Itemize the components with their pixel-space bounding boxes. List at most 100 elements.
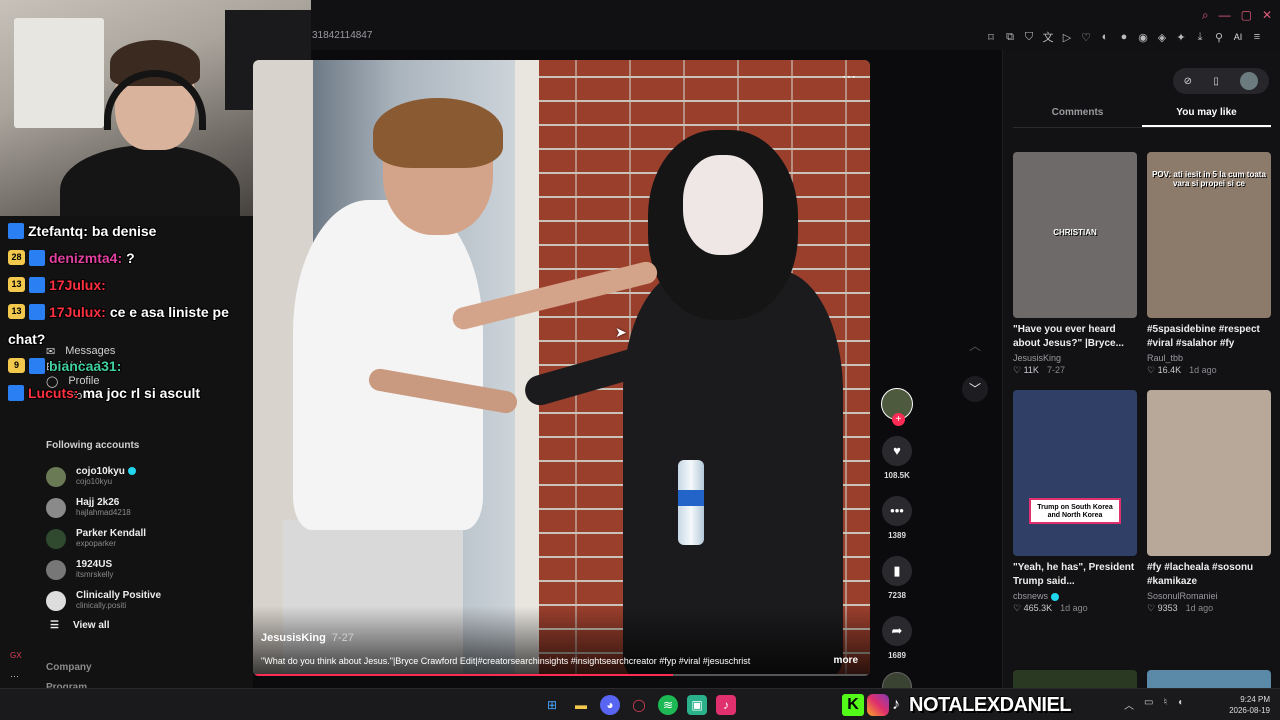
translate-icon[interactable]: 文 [1042, 29, 1054, 45]
recommended-video-card[interactable]: CHRISTIAN "Have you ever heard about Jesu… [1013, 152, 1137, 376]
company-link[interactable]: Company [46, 662, 92, 673]
following-account[interactable]: Clinically Positive clinically.positi [46, 585, 161, 616]
recommended-thumbnail-peek[interactable] [1147, 670, 1271, 688]
more-options-icon[interactable]: ⋯ [842, 68, 856, 85]
following-account[interactable]: cojo10kyu cojo10kyu [46, 461, 161, 492]
avatar [46, 466, 66, 487]
ai-button[interactable]: AI [1232, 32, 1244, 42]
chat-badge: 9 [8, 358, 25, 373]
following-account[interactable]: 1924US itsmrskelly [46, 554, 161, 585]
avatar[interactable] [1240, 72, 1259, 90]
discord-icon[interactable]: ◕ [600, 695, 620, 715]
previous-video-button[interactable]: ︿ [962, 333, 988, 359]
minimize-icon[interactable]: — [1219, 8, 1231, 23]
card-author[interactable]: Raul_tbb [1147, 353, 1271, 363]
search-icon[interactable]: ⌕ [1202, 8, 1209, 23]
download-icon[interactable]: ⤓ [1194, 31, 1206, 44]
next-video-button[interactable]: ﹀ [962, 376, 988, 402]
more-icon[interactable]: ⋯ [10, 671, 19, 682]
view-all-button[interactable]: ☰ View all [50, 620, 109, 631]
following-account[interactable]: Parker Kendall expoparker [46, 523, 161, 554]
phone-icon[interactable]: ▯ [1213, 76, 1219, 87]
screenshot-icon[interactable]: ⧉ [1004, 31, 1016, 44]
compass-icon[interactable]: ⊘ [1184, 76, 1192, 87]
video-thumbnail[interactable] [1147, 390, 1271, 556]
maximize-icon[interactable]: ▢ [1241, 8, 1252, 23]
bookmark-icon[interactable]: ▮ [882, 556, 912, 586]
controller-icon[interactable]: ▭ [1144, 697, 1153, 712]
spotify-icon[interactable]: ≋ [658, 695, 678, 715]
like-action: ♥ 108.5K [878, 436, 916, 480]
thumbnail-caption: CHRISTIAN [1053, 228, 1097, 237]
heart-outline-icon: ♡ [1147, 365, 1158, 375]
video-thumbnail[interactable]: Trump on South Korea and North Korea [1013, 390, 1137, 556]
extension-icon[interactable]: ◈ [1156, 31, 1168, 44]
chat-username: 17Julux: [49, 303, 106, 320]
chat-message: Lucuts: ma joc rl si ascult [8, 379, 258, 406]
card-title[interactable]: "Have you ever heard about Jesus?" |Bryc… [1013, 323, 1137, 351]
card-time: 1d ago [1185, 603, 1214, 613]
video-author[interactable]: JesusisKing 7-27 [261, 632, 354, 644]
card-likes: ♡ 465.3K [1013, 603, 1053, 613]
recommended-thumbnail-peek[interactable] [1013, 670, 1137, 688]
caption-more-button[interactable]: more [834, 655, 858, 666]
top-right-controls: ⊘ ▯ [1173, 68, 1269, 94]
card-time: 1d ago [1060, 603, 1088, 613]
mouse-cursor-icon: ➤ [615, 324, 627, 340]
system-tray: ︿ ▭ ♮ ◖ [1124, 697, 1183, 712]
shield-icon[interactable]: ⛉ [1023, 31, 1035, 44]
chevron-up-icon[interactable]: ︿ [1124, 697, 1134, 712]
tab-you-may-like[interactable]: You may like [1142, 104, 1271, 127]
close-icon[interactable]: ✕ [1262, 8, 1272, 23]
card-title[interactable]: #5spasidebine #respect #viral #salahor #… [1147, 323, 1271, 351]
video-progress-bar[interactable] [253, 674, 870, 676]
recommended-video-card[interactable]: Trump on South Korea and North Korea "Yea… [1013, 390, 1137, 614]
extension-icon[interactable]: ◉ [1137, 31, 1149, 44]
clock[interactable]: 9:24 PM 2026-08-19 [1224, 694, 1270, 716]
recommended-video-card[interactable]: POV: ati iesit in 5 la cum toata vara si… [1147, 152, 1271, 376]
app-icon[interactable]: ▣ [687, 695, 707, 715]
puzzle-icon[interactable]: ✦ [1175, 31, 1187, 44]
video-actions: + ♥ 108.5K ••• 1389 ▮ 7238 ➦ 1689 [878, 388, 916, 702]
recommended-video-card[interactable]: #fy #lacheala #sosonu #kamikaze SosonulRo… [1147, 390, 1271, 614]
chat-badge: 28 [8, 250, 25, 265]
volume-icon[interactable]: ◖ [1177, 697, 1183, 712]
share-count: 1689 [888, 651, 906, 660]
tiktok-app-icon[interactable]: ♪ [716, 695, 736, 715]
share-icon[interactable]: ➦ [882, 616, 912, 646]
follow-plus-icon[interactable]: + [892, 413, 905, 426]
extension-icon[interactable]: ● [1118, 31, 1130, 43]
chat-badge: 13 [8, 304, 25, 319]
file-explorer-icon[interactable]: ▬ [571, 695, 591, 715]
heart-icon[interactable]: ♡ [1080, 31, 1092, 44]
tiktok-icon: ♪ [892, 696, 900, 713]
address-bar[interactable]: 31842114847 [312, 30, 372, 41]
card-author[interactable]: SosonulRomaniei [1147, 591, 1271, 601]
windows-start-icon[interactable]: ⊞ [542, 695, 562, 715]
mic-icon[interactable]: ♮ [1163, 697, 1167, 712]
following-account[interactable]: Hajj 2k26 hajlahmad4218 [46, 492, 161, 523]
comment-count: 1389 [888, 531, 906, 540]
avatar [46, 590, 66, 611]
play-icon[interactable]: ▷ [1061, 31, 1073, 44]
thumbnail-caption: POV: ati iesit in 5 la cum toata vara si… [1152, 170, 1266, 188]
card-author[interactable]: cbsnews [1013, 591, 1137, 601]
chat-message: Ztefantq: ba denise [8, 217, 258, 244]
opera-gx-icon[interactable]: ◯ [629, 695, 649, 715]
share-action: ➦ 1689 [878, 616, 916, 660]
extension-icon[interactable]: ◐ [1099, 31, 1111, 43]
bookmark-icon[interactable]: ⌑ [985, 31, 997, 44]
comment-icon[interactable]: ••• [882, 496, 912, 526]
profile-icon[interactable]: ⚲ [1213, 31, 1225, 44]
card-author[interactable]: JesusisKing [1013, 353, 1137, 363]
video-player[interactable]: ⋯ JesusisKing 7-27 "What do you think abo… [253, 60, 870, 676]
card-title[interactable]: "Yeah, he has", President Trump said... [1013, 561, 1137, 589]
creator-avatar[interactable]: + [881, 388, 913, 426]
video-thumbnail[interactable]: POV: ati iesit in 5 la cum toata vara si… [1147, 152, 1271, 318]
card-title[interactable]: #fy #lacheala #sosonu #kamikaze [1147, 561, 1271, 589]
tab-comments[interactable]: Comments [1013, 104, 1142, 127]
video-thumbnail[interactable]: CHRISTIAN [1013, 152, 1137, 318]
menu-icon[interactable]: ≡ [1251, 31, 1263, 43]
video-caption: "What do you think about Jesus."|Bryce C… [261, 656, 751, 666]
heart-icon[interactable]: ♥ [882, 436, 912, 466]
